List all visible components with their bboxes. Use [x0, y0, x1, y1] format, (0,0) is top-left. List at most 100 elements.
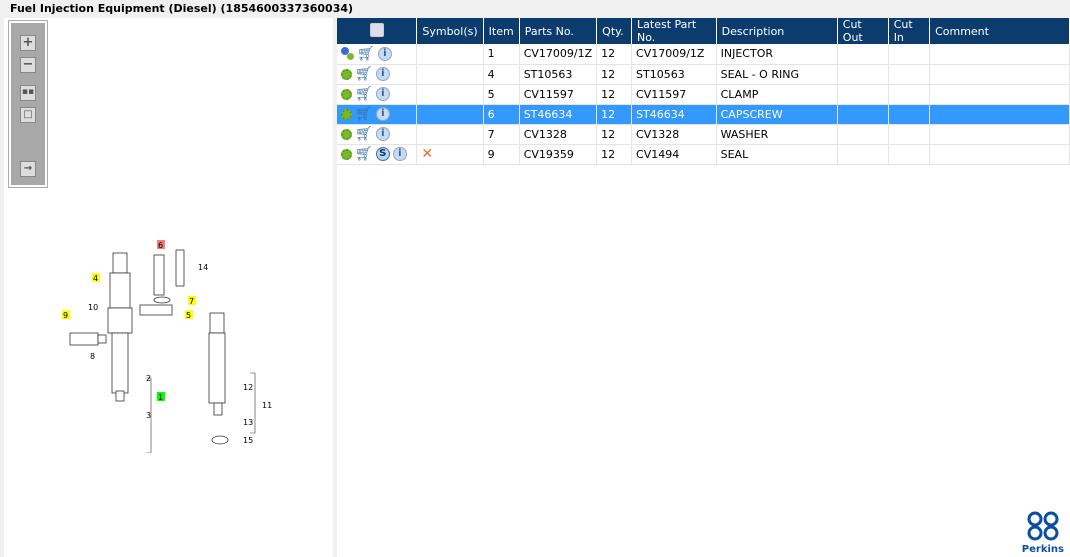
cart-icon[interactable]: 🛒︎ — [355, 67, 373, 81]
row-actions: 🛒︎ i — [337, 44, 418, 65]
gear-icon[interactable] — [341, 88, 352, 100]
column-header[interactable]: Cut In — [888, 18, 931, 44]
cart-icon[interactable]: 🛒︎ — [355, 107, 373, 121]
callout-4[interactable]: 4 — [93, 274, 98, 283]
part-cell: CV19359 — [519, 144, 598, 165]
cut_out-cell — [837, 64, 889, 85]
cart-icon[interactable]: 🛒︎ — [355, 87, 373, 101]
search-icon[interactable] — [369, 22, 384, 37]
actual-size-button[interactable]: □ — [20, 107, 36, 123]
qty-cell: 12 — [596, 124, 633, 145]
column-header[interactable]: Cut Out — [837, 18, 889, 44]
parts-detail-icon[interactable] — [341, 47, 354, 61]
table-row[interactable]: 🛒︎ i 4 ST10563 12 ST10563 SEAL - O RING — [337, 64, 1070, 85]
gear-icon[interactable] — [341, 148, 352, 160]
symbol-cell — [416, 64, 484, 85]
callout-7[interactable]: 7 — [189, 297, 194, 306]
cut_out-cell — [837, 144, 889, 165]
info-icon[interactable]: i — [377, 46, 392, 61]
callout-10[interactable]: 10 — [88, 303, 98, 312]
info-icon[interactable]: i — [375, 127, 390, 141]
gear-icon[interactable] — [341, 68, 352, 80]
comment-cell — [929, 44, 1070, 65]
latest-cell: ST46634 — [631, 104, 717, 125]
desc-cell: CLAMP — [716, 84, 838, 105]
callout-6[interactable]: 6 — [158, 241, 163, 250]
row-actions: 🛒︎ i — [337, 64, 418, 85]
parts-panel: Symbol(s) Item Parts No. Qty. Latest Par… — [337, 18, 1070, 557]
cart-icon[interactable]: 🛒︎ — [357, 47, 375, 61]
info-icon[interactable]: i — [375, 87, 390, 101]
cut_out-cell — [837, 84, 889, 105]
column-header[interactable]: Comment — [929, 18, 1070, 44]
cut_in-cell — [888, 144, 931, 165]
column-header[interactable]: Item — [483, 18, 520, 44]
perkins-logo: Perkins — [1022, 511, 1064, 555]
qty-cell: 12 — [596, 84, 633, 105]
item-cell: 1 — [483, 44, 520, 65]
latest-cell: CV11597 — [631, 84, 717, 105]
row-actions: 🛒︎ i — [337, 104, 418, 125]
symbol-cell: ✕ — [416, 144, 484, 165]
cut_out-cell — [837, 124, 889, 145]
gear-icon[interactable] — [341, 108, 352, 120]
callout-14[interactable]: 14 — [198, 263, 208, 272]
table-row[interactable]: 🛒︎ i 1 CV17009/1Z 12 CV17009/1Z INJECTOR — [337, 44, 1070, 65]
cross-icon: ✕ — [421, 146, 434, 162]
callout-8[interactable]: 8 — [90, 352, 95, 361]
column-header[interactable]: Qty. — [596, 18, 633, 44]
column-header[interactable]: Symbol(s) — [416, 18, 484, 44]
search-column-header[interactable] — [337, 18, 418, 44]
table-row[interactable]: 🛒︎ Si ✕ 9 CV19359 12 CV1494 SEAL — [337, 144, 1070, 165]
callout-2[interactable]: 2 — [146, 374, 151, 383]
cart-icon[interactable]: 🛒︎ — [355, 127, 373, 141]
qty-cell: 12 — [596, 44, 633, 65]
comment-cell — [929, 64, 1070, 85]
cut_in-cell — [888, 84, 931, 105]
part-cell: ST10563 — [519, 64, 598, 85]
supersession-icon[interactable]: S — [375, 147, 390, 161]
symbol-cell — [416, 104, 484, 125]
callout-15[interactable]: 15 — [243, 436, 253, 445]
comment-cell — [929, 104, 1070, 125]
toggle-panel-button[interactable]: → — [20, 161, 36, 177]
callout-12[interactable]: 12 — [243, 383, 253, 392]
callout-3[interactable]: 3 — [146, 411, 151, 420]
column-header[interactable]: Description — [716, 18, 838, 44]
latest-cell: CV1328 — [631, 124, 717, 145]
column-header[interactable]: Parts No. — [519, 18, 598, 44]
cut_in-cell — [888, 104, 931, 125]
cut_in-cell — [888, 124, 931, 145]
part-cell: CV11597 — [519, 84, 598, 105]
table-row[interactable]: 🛒︎ i 6 ST46634 12 ST46634 CAPSCREW — [337, 104, 1070, 125]
latest-cell: CV1494 — [631, 144, 717, 165]
zoom-out-button[interactable]: − — [20, 57, 36, 73]
symbol-cell — [416, 84, 484, 105]
column-header[interactable]: Latest Part No. — [631, 18, 717, 44]
table-row[interactable]: 🛒︎ i 5 CV11597 12 CV11597 CLAMP — [337, 84, 1070, 105]
callout-9[interactable]: 9 — [63, 311, 68, 320]
item-cell: 4 — [483, 64, 520, 85]
exploded-diagram: 6 14 4 7 5 9 10 8 2 1 3 12 11 13 15 — [62, 240, 272, 453]
diagram-panel: + − ▪▪ □ → 6 14 4 7 5 9 10 8 2 1 3 12 11… — [4, 18, 333, 557]
callout-5[interactable]: 5 — [186, 311, 191, 320]
table-row[interactable]: 🛒︎ i 7 CV1328 12 CV1328 WASHER — [337, 124, 1070, 145]
info-icon[interactable]: i — [375, 107, 390, 121]
desc-cell: SEAL - O RING — [716, 64, 838, 85]
callout-1[interactable]: 1 — [158, 393, 163, 402]
fit-view-button[interactable]: ▪▪ — [20, 85, 36, 101]
qty-cell: 12 — [596, 144, 633, 165]
callout-13[interactable]: 13 — [243, 418, 253, 427]
item-cell: 9 — [483, 144, 520, 165]
part-cell: CV17009/1Z — [519, 44, 598, 65]
callout-11[interactable]: 11 — [262, 401, 272, 410]
info-icon[interactable]: i — [375, 67, 390, 81]
desc-cell: WASHER — [716, 124, 838, 145]
cart-icon[interactable]: 🛒︎ — [355, 147, 373, 161]
parts-table: Symbol(s) Item Parts No. Qty. Latest Par… — [337, 18, 1070, 165]
info-icon[interactable]: i — [392, 147, 407, 161]
zoom-in-button[interactable]: + — [20, 35, 36, 51]
item-cell: 6 — [483, 104, 520, 125]
gear-icon[interactable] — [341, 128, 352, 140]
desc-cell: CAPSCREW — [716, 104, 838, 125]
